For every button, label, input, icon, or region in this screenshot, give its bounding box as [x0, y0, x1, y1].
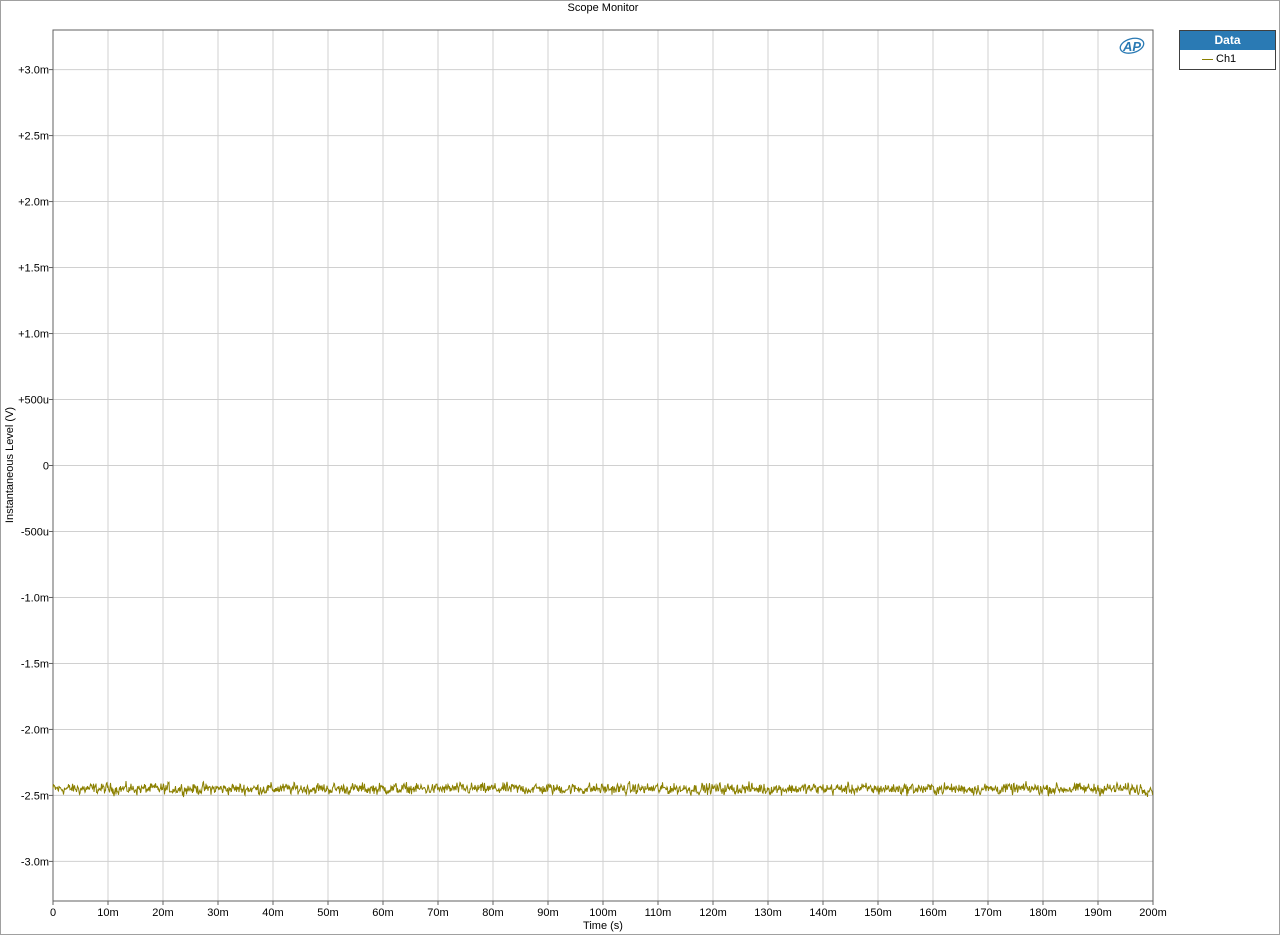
- y-tick-label: +1.0m: [18, 329, 49, 341]
- legend-swatch-ch1: [1202, 59, 1213, 60]
- x-axis-label: Time (s): [583, 920, 623, 932]
- y-tick-label: 0: [43, 461, 49, 473]
- x-tick-label: 0: [50, 907, 56, 919]
- legend: Data Ch1: [1179, 30, 1276, 70]
- x-tick-label: 150m: [864, 907, 892, 919]
- x-tick-label: 190m: [1084, 907, 1112, 919]
- x-tick-label: 60m: [372, 907, 393, 919]
- x-tick-label: 180m: [1029, 907, 1057, 919]
- ap-logo-text: AP: [1122, 39, 1141, 54]
- y-tick-label: -2.0m: [21, 724, 49, 736]
- y-axis-label: Instantaneous Level (V): [4, 407, 16, 523]
- x-tick-label: 20m: [152, 907, 173, 919]
- x-tick-label: 50m: [317, 907, 338, 919]
- x-tick-label: 10m: [97, 907, 118, 919]
- y-tick-label: -1.0m: [21, 592, 49, 604]
- x-axis-ticks: 0 10m 20m 30m 40m 50m 60m 70m 80m 90m 100m 110m 120m…: [50, 901, 1167, 919]
- y-tick-label: +2.5m: [18, 131, 49, 143]
- y-axis-ticks: +3.0m +2.5m +2.0m +1.5m +1.0m +500u 0 -500u -1.0…: [18, 65, 53, 868]
- y-tick-label: +3.0m: [18, 65, 49, 77]
- ap-logo: AP: [1119, 37, 1145, 54]
- y-tick-label: -1.5m: [21, 658, 49, 670]
- x-tick-label: 110m: [645, 907, 672, 919]
- x-tick-label: 120m: [699, 907, 727, 919]
- chart-title: Scope Monitor: [568, 2, 639, 14]
- y-tick-label: +1.5m: [18, 263, 49, 275]
- x-tick-label: 200m: [1139, 907, 1167, 919]
- x-tick-label: 30m: [207, 907, 228, 919]
- x-tick-label: 80m: [482, 907, 503, 919]
- scope-chart: Scope Monitor 0 10m 20m 30m 40m 50m 60m 70m 80m 9…: [4, 2, 1167, 932]
- x-tick-label: 130m: [754, 907, 782, 919]
- x-tick-label: 40m: [262, 907, 283, 919]
- y-tick-label: +2.0m: [18, 197, 49, 209]
- y-tick-label: +500u: [18, 395, 49, 407]
- legend-title: Data: [1180, 31, 1275, 50]
- y-tick-label: -3.0m: [21, 856, 49, 868]
- x-tick-label: 140m: [809, 907, 837, 919]
- legend-label-ch1: Ch1: [1216, 53, 1237, 65]
- x-tick-label: 160m: [919, 907, 947, 919]
- legend-item-ch1[interactable]: Ch1: [1180, 50, 1275, 68]
- grid: [52, 30, 1154, 901]
- y-tick-label: -2.5m: [21, 790, 49, 802]
- y-tick-label: -500u: [21, 526, 49, 538]
- x-tick-label: 100m: [589, 907, 617, 919]
- x-tick-label: 70m: [427, 907, 448, 919]
- x-tick-label: 90m: [537, 907, 558, 919]
- x-tick-label: 170m: [974, 907, 1002, 919]
